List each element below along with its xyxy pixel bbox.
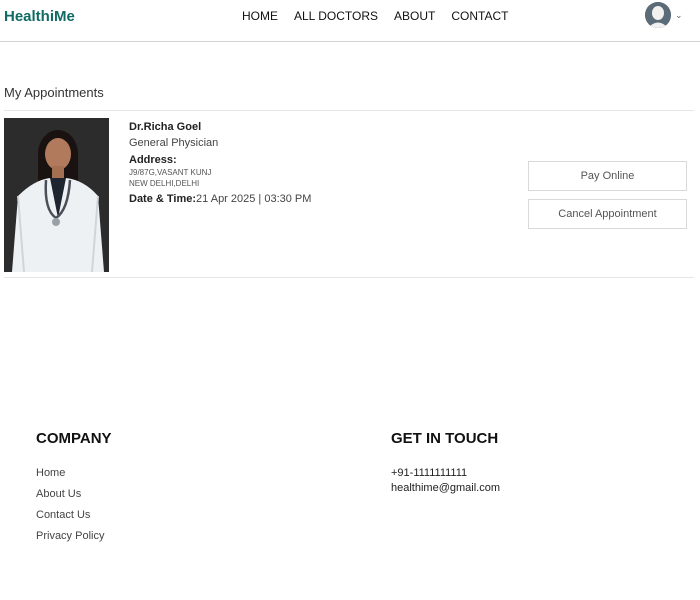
datetime-value: 21 Apr 2025 | 03:30 PM xyxy=(196,193,312,205)
nav-contact[interactable]: CONTACT xyxy=(451,9,508,23)
footer-links: Home About Us Contact Us Privacy Policy xyxy=(36,467,112,542)
chevron-down-icon[interactable]: ⌄ xyxy=(675,10,683,21)
nav-all-doctors[interactable]: ALL DOCTORS xyxy=(294,9,378,23)
address-line-1: J9/87G,VASANT KUNJ xyxy=(129,168,212,177)
navbar: HealthiMe HOME ALL DOCTORS ABOUT CONTACT… xyxy=(0,0,700,42)
footer-link-about-us[interactable]: About Us xyxy=(36,488,112,500)
divider xyxy=(4,110,694,111)
cancel-appointment-button[interactable]: Cancel Appointment xyxy=(528,199,687,229)
doctor-name: Dr.Richa Goel xyxy=(129,121,202,133)
datetime-label: Date & Time: xyxy=(129,193,197,205)
nav-home[interactable]: HOME xyxy=(242,9,278,23)
footer-link-home[interactable]: Home xyxy=(36,467,112,479)
page-title: My Appointments xyxy=(4,85,104,100)
doctor-speciality: General Physician xyxy=(129,137,219,149)
footer-link-privacy-policy[interactable]: Privacy Policy xyxy=(36,530,112,542)
appointment-card: Dr.Richa Goel General Physician Address:… xyxy=(4,112,694,278)
doctor-info: Dr.Richa Goel General Physician Address:… xyxy=(129,121,429,205)
nav-links: HOME ALL DOCTORS ABOUT CONTACT xyxy=(242,9,508,23)
doctor-photo xyxy=(4,118,109,272)
footer-company-heading: COMPANY xyxy=(36,430,112,447)
footer-contact: GET IN TOUCH +91-1111111111 healthime@gm… xyxy=(391,430,500,497)
address-line-2: NEW DELHI,DELHI xyxy=(129,179,200,188)
brand-logo[interactable]: HealthiMe xyxy=(4,8,75,25)
user-avatar-icon[interactable] xyxy=(645,2,671,28)
footer-company: COMPANY Home About Us Contact Us Privacy… xyxy=(36,430,112,551)
address-label: Address: xyxy=(129,154,177,166)
nav-about[interactable]: ABOUT xyxy=(394,9,435,23)
contact-phone: +91-1111111111 xyxy=(391,467,468,479)
contact-email: healthime@gmail.com xyxy=(391,482,500,494)
footer-link-contact-us[interactable]: Contact Us xyxy=(36,509,112,521)
pay-online-button[interactable]: Pay Online xyxy=(528,161,687,191)
footer-contact-heading: GET IN TOUCH xyxy=(391,430,499,447)
appointment-datetime: Date & Time:21 Apr 2025 | 03:30 PM xyxy=(129,193,429,205)
profile-menu[interactable]: ⌄ xyxy=(645,2,683,28)
